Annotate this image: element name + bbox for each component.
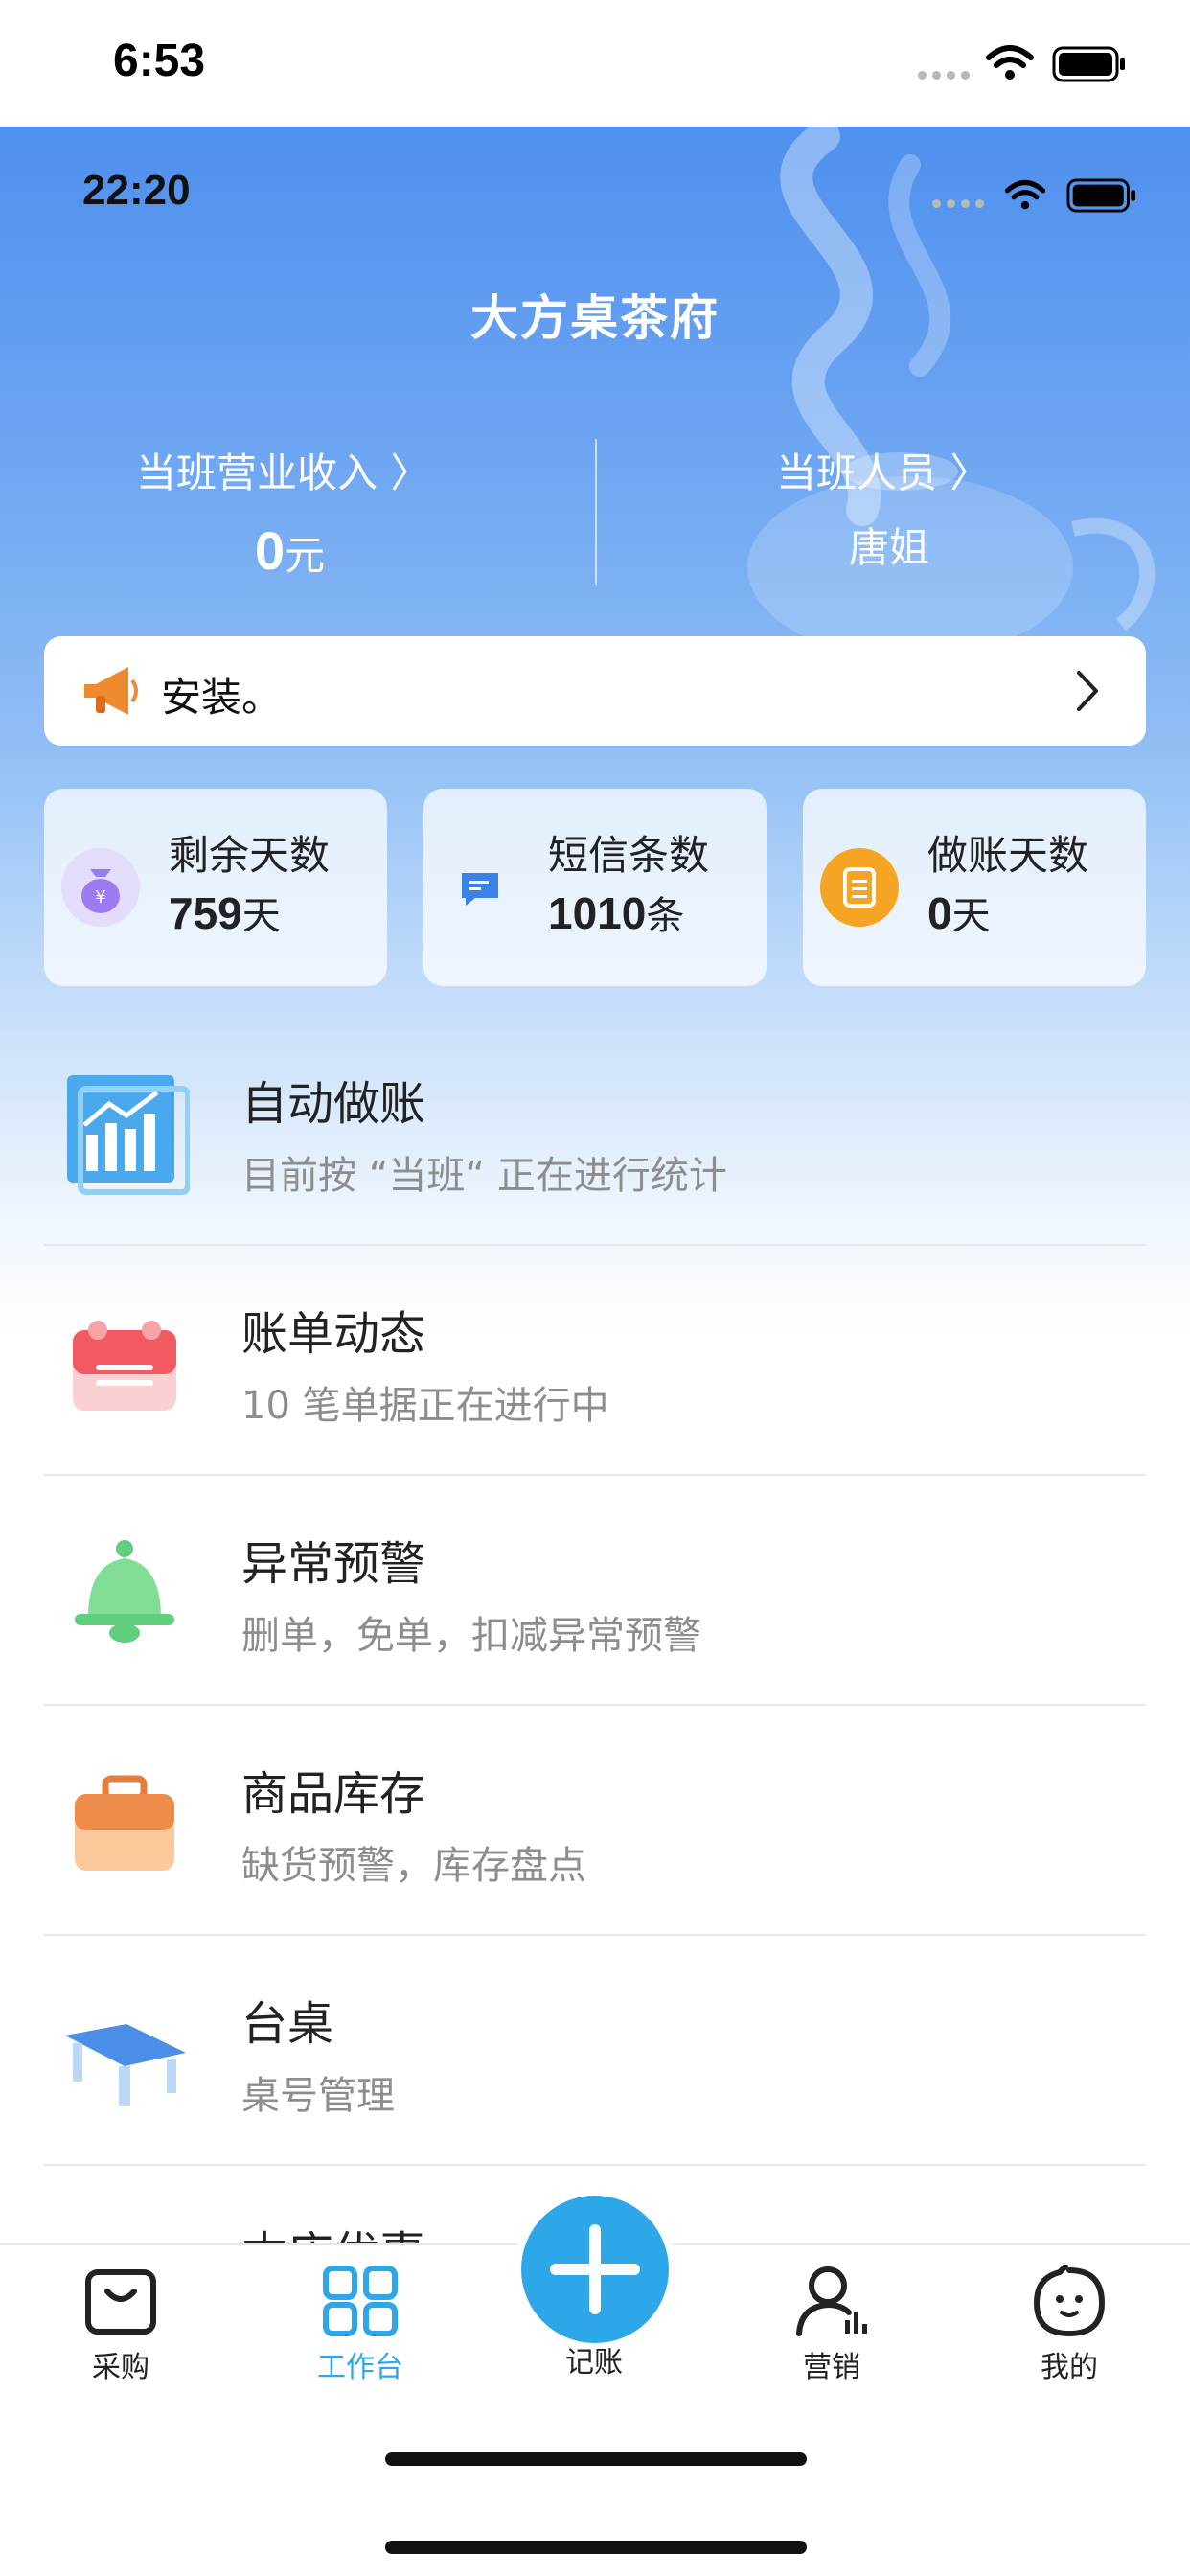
shift-income-label: 当班营业收入 〉 — [136, 449, 431, 496]
bar-chart-icon — [67, 1075, 190, 1195]
signal-icon — [918, 71, 970, 80]
shift-staff-link[interactable]: 当班人员 〉 唐姐 — [728, 433, 1092, 596]
notepad-icon — [820, 848, 899, 927]
feature-subtitle: 10 笔单据正在进行中 — [241, 1384, 609, 1428]
shift-income-link[interactable]: 当班营业收入 〉 0元 — [96, 433, 498, 596]
notice-bar[interactable]: 安装。 — [44, 636, 1146, 746]
app-wifi-icon — [1004, 179, 1046, 210]
feature-subtitle: 桌号管理 — [241, 2074, 395, 2118]
plus-icon — [550, 2224, 640, 2314]
stat-value: 0天 — [927, 888, 991, 938]
app-signal-icon — [932, 199, 984, 208]
stat-value: 759天 — [169, 888, 281, 938]
stat-label: 剩余天数 — [169, 832, 331, 879]
table-icon — [65, 2024, 186, 2106]
smiley-face-icon — [1033, 2265, 1106, 2337]
shift-staff-value: 唐姐 — [849, 524, 930, 571]
device-status-bar: 6:53 — [0, 0, 1190, 126]
coupon-icon — [59, 2216, 190, 2243]
app-status-time: 22:20 — [82, 167, 191, 214]
tab-label: 我的 — [1041, 2351, 1098, 2384]
header-divider — [595, 439, 597, 585]
device-home-indicator — [385, 2541, 807, 2554]
wifi-icon — [986, 45, 1034, 80]
tab-mine[interactable]: 我的 — [993, 2265, 1146, 2384]
tab-label: 工作台 — [317, 2351, 403, 2384]
stat-value: 1010条 — [548, 888, 685, 938]
store-name: 大方桌茶府 — [470, 290, 720, 346]
user-chart-icon — [796, 2266, 867, 2336]
stat-card-sms-count[interactable]: 短信条数 1010条 — [423, 789, 767, 986]
shift-income-value: 0元 — [255, 520, 326, 581]
stat-card-accounting-days[interactable]: 做账天数 0天 — [803, 789, 1146, 986]
calendar-icon — [73, 1321, 176, 1411]
feature-title: 本店优惠 — [241, 2216, 425, 2243]
feature-title: 商品库存 — [241, 1767, 426, 1821]
stat-label: 做账天数 — [927, 832, 1089, 879]
chevron-right-icon — [1077, 671, 1098, 711]
add-record-label: 记账 — [565, 2346, 623, 2380]
svg-text:¥: ¥ — [95, 887, 105, 908]
notice-text: 安装。 — [161, 674, 283, 721]
shift-staff-label: 当班人员 〉 — [776, 449, 991, 496]
feature-bill-status[interactable]: 账单动态 10 笔单据正在进行中 — [0, 1246, 1190, 1476]
feature-subtitle: 缺货预警，库存盘点 — [241, 1844, 586, 1888]
add-record-button[interactable] — [514, 2188, 676, 2351]
feature-subtitle: 目前按 “当班“ 正在进行统计 — [241, 1154, 727, 1198]
device-time: 6:53 — [113, 35, 206, 86]
stat-label: 短信条数 — [548, 832, 710, 879]
tab-workbench[interactable]: 工作台 — [284, 2265, 437, 2384]
feature-inventory[interactable]: 商品库存 缺货预警，库存盘点 — [0, 1706, 1190, 1936]
feature-subtitle: 删单，免单，扣减异常预警 — [241, 1614, 701, 1658]
feature-title: 自动做账 — [241, 1077, 426, 1131]
briefcase-icon — [75, 1775, 174, 1871]
megaphone-icon — [84, 667, 138, 715]
grid-icon — [323, 2266, 398, 2336]
battery-icon — [1052, 46, 1125, 82]
bell-icon — [75, 1540, 174, 1643]
stat-card-remaining-days[interactable]: ¥ 剩余天数 759天 — [44, 789, 387, 986]
feature-tables[interactable]: 台桌 桌号管理 — [0, 1936, 1190, 2166]
feature-title: 异常预警 — [241, 1537, 426, 1591]
feature-auto-accounting[interactable]: 自动做账 目前按 “当班“ 正在进行统计 — [0, 1016, 1190, 1246]
app-battery-icon — [1066, 178, 1136, 213]
message-icon — [441, 848, 519, 927]
home-indicator — [385, 2452, 807, 2466]
tab-label: 采购 — [92, 2351, 149, 2384]
feature-anomaly-alert[interactable]: 异常预警 删单，免单，扣减异常预警 — [0, 1476, 1190, 1706]
shopping-bag-icon — [85, 2269, 156, 2334]
feature-title: 账单动态 — [241, 1307, 426, 1361]
tab-marketing[interactable]: 营销 — [755, 2265, 908, 2384]
tab-purchase[interactable]: 采购 — [44, 2265, 197, 2384]
feature-title: 台桌 — [241, 1997, 334, 2051]
money-bag-icon: ¥ — [61, 848, 140, 927]
workbench-screen: 22:20 大方桌茶府 当班营业收入 〉 0元 当班人员 〉 唐姐 安装。 ¥ … — [0, 126, 1190, 2243]
tab-label: 营销 — [803, 2351, 860, 2384]
